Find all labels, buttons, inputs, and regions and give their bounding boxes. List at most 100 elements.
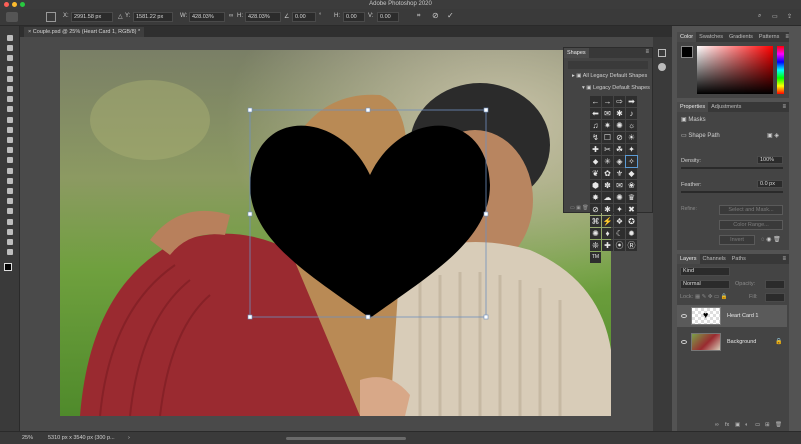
select-and-mask-button[interactable]: Select and Mask... [719, 205, 783, 215]
shape-preset-item[interactable]: ❊ [590, 240, 601, 251]
reference-point-icon[interactable] [46, 12, 56, 22]
shape-preset-item[interactable]: ✦ [614, 204, 625, 215]
shape-preset-item[interactable]: ❀ [626, 180, 637, 191]
shape-preset-item[interactable]: ✽ [602, 180, 613, 191]
rotate-angle-field[interactable]: 0.00 [292, 12, 316, 22]
shape-preset-item[interactable]: ❦ [590, 168, 601, 179]
lasso-tool-icon[interactable] [4, 54, 16, 62]
shape-preset-item[interactable]: ☁ [602, 192, 613, 203]
shape-preset-item[interactable]: ◈ [614, 156, 625, 167]
feather-field[interactable]: 0.0 px [757, 180, 783, 188]
v-skew-field[interactable]: 0.00 [377, 12, 399, 22]
shape-preset-item[interactable]: → [602, 96, 613, 107]
density-field[interactable]: 100% [757, 156, 783, 164]
width-field[interactable]: 428.03% [189, 12, 225, 22]
shape-preset-item[interactable]: ✦ [626, 144, 637, 155]
shape-preset-item[interactable]: ⬅ [590, 108, 601, 119]
commit-transform-icon[interactable]: ✓ [447, 11, 454, 20]
foreground-color-swatch[interactable] [681, 46, 693, 58]
folder-icon[interactable]: ▭ [755, 422, 760, 428]
shape-preset-item[interactable]: TM [590, 252, 601, 263]
search-icon[interactable]: ⌕ [758, 13, 761, 20]
blend-mode-select[interactable]: Normal [680, 280, 730, 289]
move-tool-icon[interactable] [4, 34, 16, 42]
shape-group-all[interactable]: ▸ ▣ All Legacy Default Shapes [572, 73, 647, 79]
shape-preset-item[interactable]: ⊘ [590, 204, 601, 215]
adjustment-icon[interactable]: ◐ [745, 422, 748, 428]
shape-tool-icon[interactable] [4, 218, 16, 226]
color-field[interactable] [697, 46, 773, 94]
link-aspect-icon[interactable]: ∞ [229, 13, 233, 19]
color-range-button[interactable]: Color Range... [719, 220, 783, 230]
layers-tab-paths[interactable]: Paths [729, 254, 749, 264]
shape-preset-item[interactable]: ✪ [626, 216, 637, 227]
brush-tool-icon[interactable] [4, 116, 16, 124]
libraries-panel-icon[interactable] [658, 63, 666, 71]
status-arrow-icon[interactable]: › [128, 435, 130, 441]
add-mask-icon[interactable]: ▣ ◈ [767, 132, 779, 139]
shape-preset-item[interactable]: ⦿ [614, 240, 625, 251]
shapes-panel-title[interactable]: Shapes [564, 48, 589, 58]
shape-group-legacy[interactable]: ▾ ▣ Legacy Default Shapes [582, 85, 650, 91]
share-icon[interactable]: ⇪ [787, 13, 792, 20]
shape-preset-item[interactable]: ☀ [626, 132, 637, 143]
shape-preset-item[interactable]: ⚡ [602, 216, 613, 227]
more-tools-icon[interactable] [4, 248, 16, 256]
shape-preset-item[interactable]: ⇨ [614, 96, 625, 107]
pen-tool-icon[interactable] [4, 187, 16, 195]
marquee-tool-icon[interactable] [4, 44, 16, 52]
shape-preset-item[interactable]: Ⓡ [626, 240, 637, 251]
shape-preset-item[interactable]: ♦ [602, 228, 613, 239]
color-tab-patterns[interactable]: Patterns [756, 32, 782, 42]
history-panel-icon[interactable] [658, 49, 666, 57]
layer-row[interactable]: ♥ Heart Card 1 [677, 305, 787, 327]
shape-preset-item[interactable]: ✖ [626, 204, 637, 215]
mask-icon[interactable]: ▣ [735, 422, 740, 428]
properties-tab-adjustments[interactable]: Adjustments [708, 102, 744, 112]
link-icon[interactable]: ∞ [715, 422, 719, 428]
shape-preset-item[interactable]: ↯ [590, 132, 601, 143]
color-tab-swatches[interactable]: Swatches [696, 32, 726, 42]
eraser-tool-icon[interactable] [4, 146, 16, 154]
eye-icon[interactable] [681, 314, 687, 318]
shapes-search-row[interactable] [568, 61, 648, 69]
h-skew-field[interactable]: 0.00 [343, 12, 365, 22]
density-slider[interactable] [681, 167, 783, 169]
trash-icon[interactable]: 🗑 [775, 422, 782, 428]
hue-slider[interactable] [777, 46, 784, 94]
shape-preset-item[interactable]: ➡ [626, 96, 637, 107]
x-position-field[interactable]: 2991.58 px [71, 12, 113, 22]
clone-stamp-icon[interactable] [4, 126, 16, 134]
panel-menu-icon[interactable]: ≡ [782, 32, 792, 42]
y-position-field[interactable]: 1581.22 px [133, 12, 173, 22]
lock-icons[interactable]: ▦ ✎ ✥ ▭ 🔒 [695, 294, 728, 300]
shape-preset-item[interactable]: ✺ [614, 192, 625, 203]
shape-preset-item[interactable]: ✷ [602, 120, 613, 131]
mask-action-icons[interactable]: ◌ ◉ 🗑 [761, 236, 781, 243]
shape-preset-item[interactable]: ♛ [626, 192, 637, 203]
shape-preset-item[interactable]: ⚜ [614, 168, 625, 179]
cancel-transform-icon[interactable]: ⊘ [432, 11, 439, 20]
document-canvas[interactable] [60, 50, 611, 416]
zoom-tool-icon[interactable] [4, 238, 16, 246]
shape-preset-item[interactable]: ✸ [590, 192, 601, 203]
document-tab[interactable]: × Couple.psd @ 25% (Heart Card 1, RGB/8)… [24, 27, 145, 37]
shape-preset-item[interactable]: ◆ [626, 168, 637, 179]
gradient-tool-icon[interactable] [4, 156, 16, 164]
shape-preset-item[interactable]: ☾ [614, 228, 625, 239]
layer-filter-kind[interactable]: Kind [680, 267, 730, 276]
opacity-field[interactable] [765, 280, 785, 289]
shape-preset-item[interactable]: ♫ [590, 120, 601, 131]
hand-tool-icon[interactable] [4, 228, 16, 236]
panel-menu-icon[interactable]: ≡ [645, 49, 649, 55]
height-field[interactable]: 428.03% [245, 12, 281, 22]
shape-preset-item[interactable]: ✉ [614, 180, 625, 191]
zoom-level[interactable]: 25% [22, 435, 33, 441]
tool-preset-icon[interactable] [6, 12, 18, 22]
shape-preset-item[interactable]: ♪ [626, 108, 637, 119]
warp-icon[interactable]: ⌗ [417, 13, 420, 20]
foreground-color-swatch[interactable] [4, 263, 12, 271]
shape-preset-item[interactable]: ☘ [614, 144, 625, 155]
shape-preset-item[interactable]: ✚ [602, 240, 613, 251]
frame-tool-icon[interactable] [4, 85, 16, 93]
